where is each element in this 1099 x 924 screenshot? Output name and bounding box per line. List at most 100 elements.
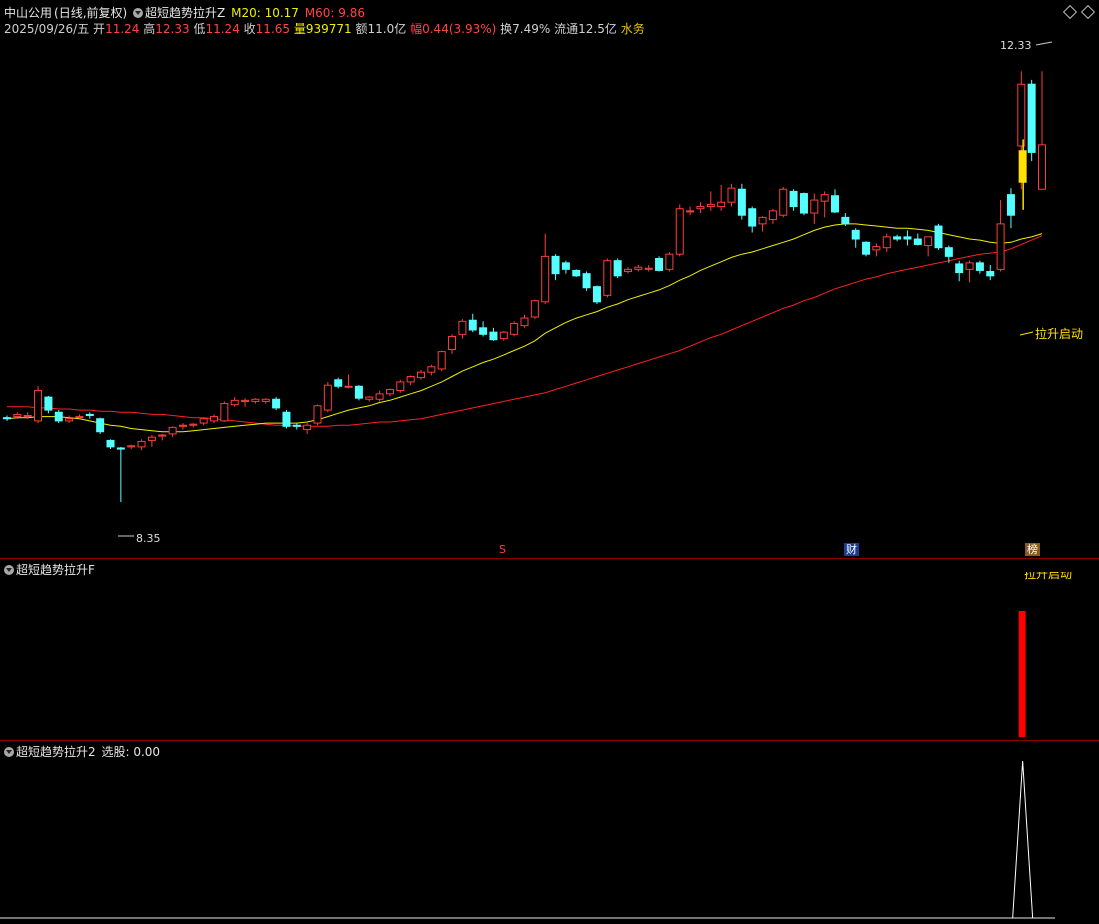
candle bbox=[592, 285, 601, 304]
candle-body bbox=[3, 417, 11, 420]
sub1-signal-label: 拉升启动 bbox=[1024, 572, 1073, 581]
candle-body bbox=[893, 236, 902, 240]
candle bbox=[851, 228, 860, 248]
candle bbox=[458, 319, 467, 339]
candle bbox=[789, 189, 798, 211]
sub2-menu-icon[interactable] bbox=[4, 747, 14, 757]
candle bbox=[168, 426, 177, 438]
candle-body bbox=[96, 418, 105, 433]
main-header: 中山公用 (日线,前复权) 超短趋势拉升Z M20: 10.17 M60: 9.8… bbox=[4, 4, 367, 21]
candle bbox=[758, 216, 767, 232]
candle-body bbox=[1027, 83, 1036, 153]
candle-body bbox=[220, 403, 229, 422]
candle-body bbox=[34, 390, 43, 422]
candle-body bbox=[748, 208, 757, 227]
indicator-menu-icon[interactable] bbox=[133, 8, 144, 18]
sub1-indicator-name[interactable]: 超短趋势拉升F bbox=[16, 563, 95, 577]
chart-mode: (日线,前复权) bbox=[54, 6, 128, 20]
candle bbox=[748, 206, 757, 233]
signal-arrow bbox=[1019, 331, 1034, 336]
candle bbox=[96, 417, 105, 434]
sub-indicator-panel-2[interactable]: 超短趋势拉升2 选股: 0.00 bbox=[0, 740, 1099, 924]
main-indicator-name[interactable]: 超短趋势拉升Z bbox=[145, 6, 225, 20]
candle bbox=[375, 390, 384, 402]
candle-body bbox=[116, 447, 125, 450]
candle bbox=[862, 241, 871, 257]
candle-body bbox=[996, 223, 1005, 270]
candle-body bbox=[65, 418, 74, 422]
candle bbox=[499, 331, 508, 341]
candle-body bbox=[85, 413, 94, 416]
turnover-value: 7.49% bbox=[512, 22, 551, 36]
candle bbox=[323, 381, 332, 413]
marker-bang[interactable]: 榜 bbox=[1025, 543, 1040, 556]
candle-body bbox=[944, 247, 953, 257]
candle-body bbox=[137, 440, 146, 448]
candle bbox=[624, 267, 632, 274]
candle-body bbox=[831, 195, 839, 213]
candle bbox=[448, 334, 457, 354]
candle-body bbox=[313, 405, 322, 424]
candle-body bbox=[1038, 144, 1046, 190]
candle bbox=[1038, 71, 1046, 190]
turnover-label: 换 bbox=[500, 22, 513, 36]
candlestick-chart[interactable]: 12.33 8.35 拉升启动 bbox=[0, 0, 1099, 558]
candle bbox=[251, 398, 260, 404]
candle bbox=[727, 183, 736, 207]
candle-body bbox=[862, 241, 871, 255]
sector-tag[interactable]: 水务 bbox=[621, 22, 645, 36]
candle-body bbox=[717, 201, 726, 208]
candle bbox=[282, 410, 291, 429]
main-chart-panel[interactable]: 12.33 8.35 拉升启动 中山公用 (日线,前复权) 超短趋势拉升Z M20: … bbox=[0, 0, 1099, 558]
candle-body bbox=[696, 206, 705, 210]
sub2-indicator-name[interactable]: 超短趋势拉升2 bbox=[16, 745, 96, 759]
open-label: 开 bbox=[93, 22, 106, 36]
candle-body bbox=[13, 413, 22, 418]
candle-body bbox=[168, 426, 177, 435]
volume-label: 量 bbox=[293, 22, 306, 36]
candle bbox=[489, 327, 498, 341]
candle bbox=[344, 374, 353, 389]
candle-body bbox=[768, 210, 777, 221]
sub1-menu-icon[interactable] bbox=[4, 565, 14, 575]
candle bbox=[292, 423, 301, 430]
candle-body bbox=[499, 331, 508, 340]
low-value: 11.24 bbox=[205, 22, 240, 36]
candle bbox=[178, 423, 187, 430]
candle bbox=[147, 434, 156, 447]
candle-body bbox=[427, 366, 436, 373]
candle-body bbox=[241, 399, 250, 402]
candle bbox=[530, 299, 539, 320]
candle bbox=[934, 223, 943, 250]
candle-body bbox=[913, 238, 922, 245]
marker-cai[interactable]: 财 bbox=[844, 543, 859, 556]
high-value: 12.33 bbox=[155, 22, 190, 36]
signal-label: 拉升启动 bbox=[1035, 326, 1083, 341]
ma60-value: M60: 9.86 bbox=[304, 6, 365, 20]
candle-body bbox=[851, 229, 860, 240]
candle-body bbox=[303, 424, 312, 431]
candle bbox=[54, 410, 63, 424]
candle-body bbox=[334, 379, 343, 387]
candle bbox=[158, 433, 167, 441]
candle bbox=[427, 364, 436, 376]
candle bbox=[634, 265, 643, 272]
candle-body bbox=[572, 269, 581, 277]
candle-body bbox=[810, 199, 819, 214]
sub-indicator-panel-1[interactable]: 超短趋势拉升F 拉升启动 bbox=[0, 558, 1099, 741]
ma60-line bbox=[7, 235, 1043, 427]
candle bbox=[189, 423, 198, 428]
ma20-value: M20: 10.17 bbox=[231, 6, 299, 20]
candle-body bbox=[468, 319, 477, 331]
candle-body bbox=[903, 236, 912, 240]
marker-s[interactable]: S bbox=[497, 543, 508, 556]
candle-body bbox=[924, 236, 933, 247]
candle-body bbox=[779, 188, 788, 216]
candle-body bbox=[737, 188, 746, 216]
candle bbox=[924, 236, 933, 257]
candle bbox=[385, 388, 394, 397]
candle-body bbox=[344, 385, 353, 388]
candle-body bbox=[385, 389, 394, 395]
candle-body bbox=[1017, 83, 1026, 147]
candle-body bbox=[727, 187, 736, 203]
